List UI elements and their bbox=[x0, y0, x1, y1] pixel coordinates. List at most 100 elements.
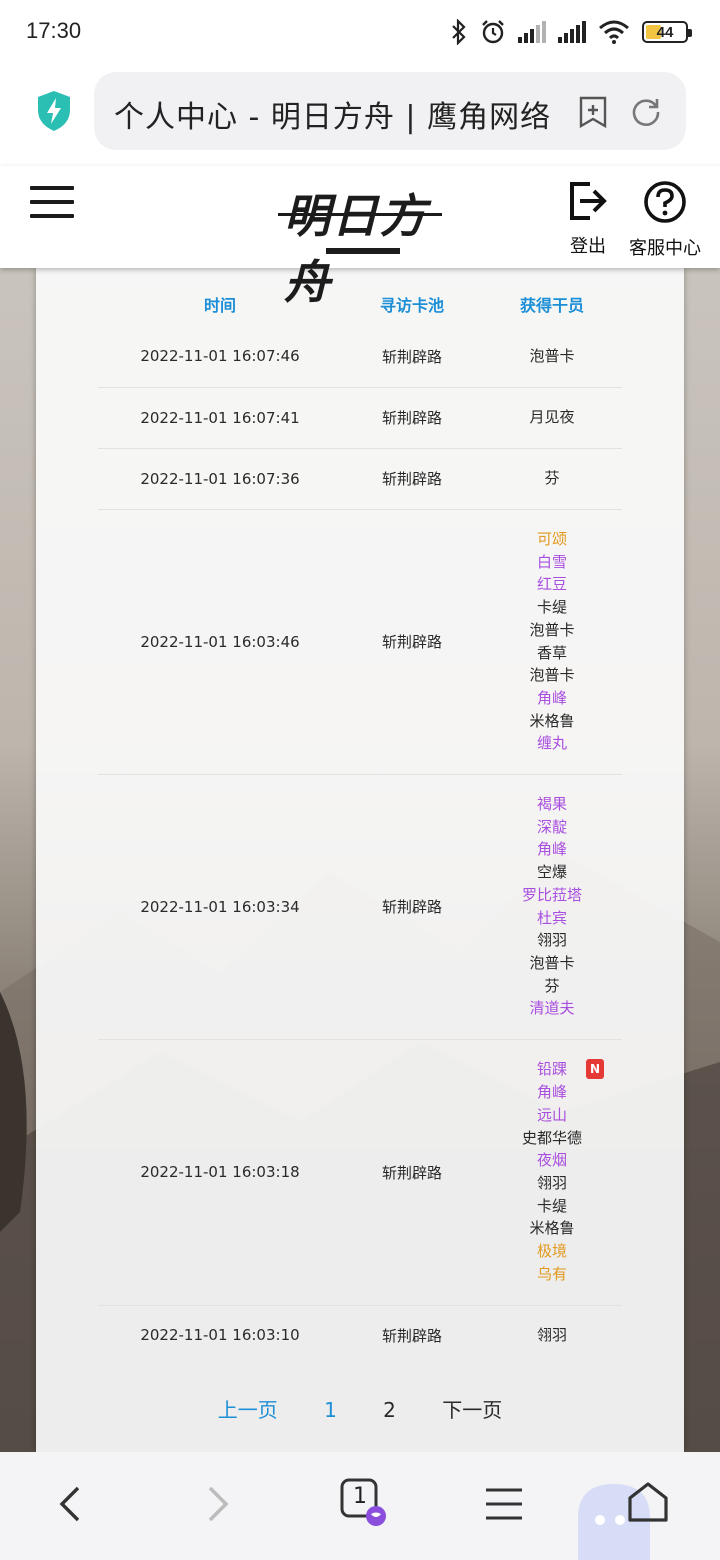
gacha-history-table: 时间 寻访卡池 获得干员 2022-11-01 16:07:46 斩荆辟路 泡普卡 2… bbox=[98, 282, 622, 1365]
operator-label: 芬 bbox=[544, 469, 560, 488]
page-background: 时间 寻访卡池 获得干员 2022-11-01 16:07:46 斩荆辟路 泡普卡 2… bbox=[0, 268, 720, 1452]
browser-address-bar: 个人中心 - 明日方舟 | 鹰角网络 bbox=[0, 64, 720, 164]
operator-name: 芬 bbox=[482, 975, 622, 998]
operator-label: 杜宾 bbox=[536, 908, 567, 927]
operator-name: 清道夫 bbox=[482, 997, 622, 1020]
operator-label: 角峰 bbox=[536, 840, 567, 859]
site-header: 明日方舟 登出 客服中心 bbox=[0, 166, 720, 309]
operator-name: 角峰 bbox=[482, 838, 622, 861]
table-row: 2022-11-01 16:07:46 斩荆辟路 泡普卡 bbox=[98, 326, 622, 388]
cell-time: 2022-11-01 16:03:34 bbox=[98, 774, 342, 1040]
logout-icon bbox=[570, 182, 607, 220]
cell-pool: 斩荆辟路 bbox=[342, 326, 482, 388]
operator-label: 乌有 bbox=[536, 1264, 567, 1283]
operator-label: 角峰 bbox=[536, 688, 567, 707]
menu-lines-icon[interactable] bbox=[474, 1474, 534, 1534]
operator-name: 米格鲁 bbox=[482, 710, 622, 733]
url-field[interactable]: 个人中心 - 明日方舟 | 鹰角网络 bbox=[94, 72, 686, 150]
operator-name: 史都华德 bbox=[482, 1127, 622, 1150]
operator-label: 史都华德 bbox=[521, 1128, 582, 1147]
cell-operators: 可颂 白雪 红豆 卡缇 泡普卡 香草 泡普卡 角峰 米格鲁 缠丸 bbox=[482, 509, 622, 775]
operator-name: 夜烟 bbox=[482, 1149, 622, 1172]
logout-label: 登出 bbox=[570, 236, 606, 257]
operator-label: 香草 bbox=[536, 643, 567, 662]
operator-name: 月见夜 bbox=[482, 406, 622, 429]
operator-label: 褐果 bbox=[536, 794, 567, 813]
operator-label: 清道夫 bbox=[529, 999, 575, 1018]
new-badge: N bbox=[586, 1059, 604, 1080]
operator-name: 乌有 bbox=[482, 1263, 622, 1286]
alarm-icon bbox=[482, 20, 504, 44]
status-bar: 17:30 44 bbox=[0, 0, 720, 64]
operator-name: 米格鲁 bbox=[482, 1217, 622, 1240]
operator-name: 芬 bbox=[482, 467, 622, 490]
cell-time: 2022-11-01 16:07:46 bbox=[98, 326, 342, 388]
site-logo[interactable]: 明日方舟 bbox=[278, 180, 444, 309]
page-title-text: 个人中心 - 明日方舟 | 鹰角网络 bbox=[114, 100, 552, 135]
operator-label: 铅踝 bbox=[536, 1060, 567, 1079]
operator-name: 铅踝 N bbox=[482, 1058, 622, 1081]
operator-name: 泡普卡 bbox=[482, 345, 622, 368]
table-row: 2022-11-01 16:03:34 斩荆辟路 褐果 深靛 角峰 空爆 罗比菈塔 杜宾 翎羽泡… bbox=[98, 774, 622, 1040]
table-row: 2022-11-01 16:03:46 斩荆辟路 可颂 白雪 红豆 卡缇 泡普卡 香草 泡普卡角… bbox=[98, 509, 622, 775]
operator-label: 泡普卡 bbox=[529, 953, 575, 972]
operator-label: 角峰 bbox=[536, 1083, 567, 1102]
add-bookmark-icon[interactable] bbox=[578, 96, 608, 128]
operator-name: 翎羽 bbox=[482, 1172, 622, 1195]
browser-bottom-nav: 1 bbox=[0, 1452, 720, 1560]
forward-icon[interactable] bbox=[188, 1474, 248, 1534]
operator-label: 空爆 bbox=[536, 863, 567, 882]
customer-service-button[interactable]: 客服中心 bbox=[624, 180, 706, 260]
cell-pool: 斩荆辟路 bbox=[342, 774, 482, 1040]
menu-icon[interactable] bbox=[30, 186, 74, 218]
operator-label: 卡缇 bbox=[536, 598, 567, 617]
operator-name: 白雪 bbox=[482, 551, 622, 574]
operator-name: 翎羽 bbox=[482, 1324, 622, 1347]
home-icon[interactable] bbox=[618, 1474, 678, 1534]
help-icon bbox=[644, 181, 686, 223]
cell-operators: 铅踝 N 角峰 远山 史都华德 夜烟 翎羽 卡缇 米格鲁 极境 乌有 bbox=[482, 1039, 622, 1306]
operator-label: 远山 bbox=[536, 1105, 567, 1124]
cell-operators: 褐果 深靛 角峰 空爆 罗比菈塔 杜宾 翎羽 泡普卡芬清道夫 bbox=[482, 774, 622, 1040]
prev-page-link[interactable]: 上一页 bbox=[218, 1394, 278, 1423]
operator-label: 泡普卡 bbox=[529, 666, 575, 685]
cell-operators: 泡普卡 bbox=[482, 326, 622, 388]
operator-label: 翎羽 bbox=[536, 1325, 567, 1344]
operator-label: 翎羽 bbox=[536, 1174, 567, 1192]
operator-name: 泡普卡 bbox=[482, 952, 622, 975]
operator-name: 角峰 bbox=[482, 687, 622, 710]
operator-label: 泡普卡 bbox=[529, 620, 575, 639]
operator-name: 卡缇 bbox=[482, 1195, 622, 1218]
operator-label: 可颂 bbox=[536, 529, 567, 548]
operator-label: 月见夜 bbox=[529, 408, 575, 427]
table-body: 2022-11-01 16:07:46 斩荆辟路 泡普卡 2022-11-01 16:… bbox=[98, 326, 622, 1365]
operator-name: 褐果 bbox=[482, 793, 622, 816]
gacha-history-card: 时间 寻访卡池 获得干员 2022-11-01 16:07:46 斩荆辟路 泡普卡 2… bbox=[36, 268, 684, 1452]
operator-name: 角峰 bbox=[482, 1081, 622, 1104]
operator-name: 卡缇 bbox=[482, 596, 622, 619]
logo-text: 明日方舟 bbox=[284, 189, 428, 309]
battery-level: 44 bbox=[656, 23, 674, 41]
cell-time: 2022-11-01 16:07:41 bbox=[98, 387, 342, 449]
cell-time: 2022-11-01 16:03:46 bbox=[98, 509, 342, 775]
tabs-button[interactable]: 1 bbox=[330, 1474, 390, 1534]
reload-icon[interactable] bbox=[630, 96, 662, 128]
cell-time: 2022-11-01 16:03:18 bbox=[98, 1039, 342, 1306]
operator-name: 深靛 bbox=[482, 816, 622, 839]
cell-operators: 翎羽 bbox=[482, 1305, 622, 1365]
logout-button[interactable]: 登出 bbox=[566, 180, 610, 258]
page-1-link[interactable]: 1 bbox=[324, 1398, 337, 1422]
operator-name: 缠丸 bbox=[482, 732, 622, 755]
back-icon[interactable] bbox=[40, 1474, 100, 1534]
operator-name: 空爆 bbox=[482, 861, 622, 884]
next-page-link[interactable]: 下一页 bbox=[442, 1394, 502, 1423]
cell-operators: 月见夜 bbox=[482, 387, 622, 449]
operator-label: 芬 bbox=[544, 976, 560, 995]
security-shield-icon[interactable] bbox=[36, 90, 72, 132]
operator-name: 香草 bbox=[482, 642, 622, 665]
cell-pool: 斩荆辟路 bbox=[342, 509, 482, 775]
cell-operators: 芬 bbox=[482, 448, 622, 510]
operator-name: 泡普卡 bbox=[482, 664, 622, 687]
operator-label: 夜烟 bbox=[536, 1151, 567, 1170]
operator-label: 罗比菈塔 bbox=[521, 885, 582, 904]
